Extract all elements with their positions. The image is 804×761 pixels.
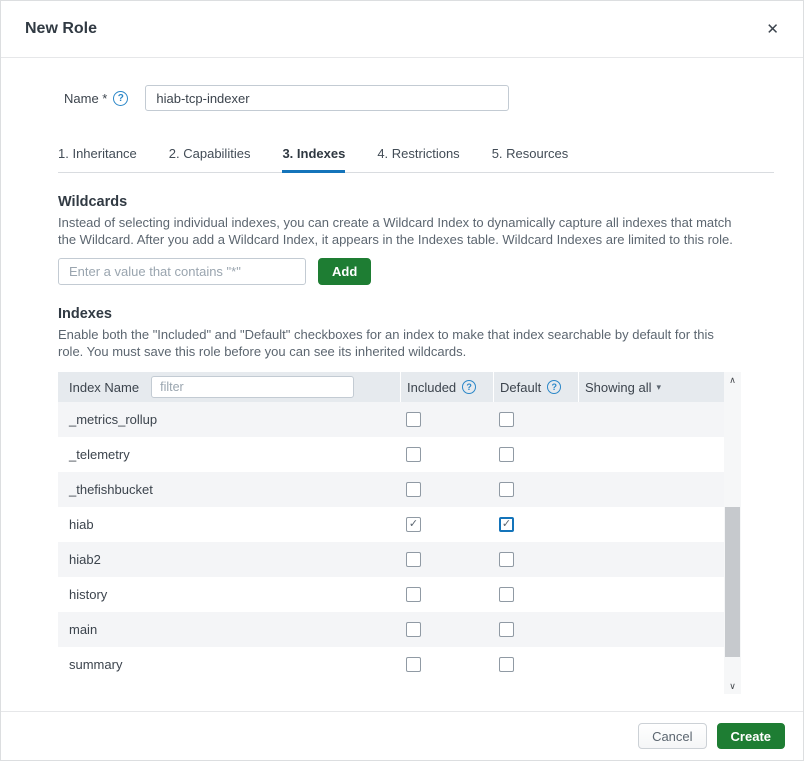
- default-checkbox[interactable]: [499, 552, 514, 567]
- included-checkbox[interactable]: [406, 587, 421, 602]
- wildcards-description: Instead of selecting individual indexes,…: [58, 214, 736, 248]
- table-row: hiab ✓ ✓: [58, 507, 724, 542]
- indexes-description: Enable both the "Included" and "Default"…: [58, 326, 736, 360]
- tabs: 1. Inheritance 2. Capabilities 3. Indexe…: [58, 146, 774, 173]
- add-button[interactable]: Add: [318, 258, 371, 285]
- table-scrollbar[interactable]: ∧ ∨: [724, 372, 741, 694]
- wildcards-section: Wildcards Instead of selecting individua…: [58, 194, 747, 285]
- included-header: Included: [407, 380, 456, 395]
- showing-all-dropdown[interactable]: Showing all ▾: [578, 372, 724, 402]
- name-input[interactable]: [145, 85, 509, 111]
- table-row: history: [58, 577, 724, 612]
- included-checkbox[interactable]: [406, 552, 421, 567]
- dialog-title: New Role: [25, 20, 97, 38]
- name-help-icon[interactable]: ?: [113, 91, 128, 106]
- tab[interactable]: 2. Capabilities: [169, 146, 251, 172]
- default-checkbox[interactable]: [499, 447, 514, 462]
- dialog-header: New Role ✕: [1, 1, 803, 58]
- default-checkbox[interactable]: [499, 587, 514, 602]
- default-checkbox[interactable]: [499, 622, 514, 637]
- cancel-button[interactable]: Cancel: [638, 723, 706, 749]
- included-checkbox[interactable]: [406, 482, 421, 497]
- indexes-heading: Indexes: [58, 306, 747, 322]
- dialog-footer: Cancel Create: [1, 711, 803, 760]
- included-checkbox[interactable]: [406, 447, 421, 462]
- tab-label: 1. Inheritance: [58, 146, 137, 161]
- checkmark-icon: ✓: [409, 519, 418, 530]
- index-name: _telemetry: [69, 447, 130, 462]
- wildcard-input[interactable]: [58, 258, 306, 285]
- index-name: hiab: [69, 517, 94, 532]
- included-checkbox[interactable]: [406, 622, 421, 637]
- tab-label: 4. Restrictions: [377, 146, 459, 161]
- name-row: Name * ?: [64, 85, 803, 111]
- included-help-icon[interactable]: ?: [462, 380, 476, 394]
- default-checkbox[interactable]: ✓: [499, 517, 514, 532]
- index-name: history: [69, 587, 107, 602]
- default-help-icon[interactable]: ?: [547, 380, 561, 394]
- index-name: hiab2: [69, 552, 101, 567]
- default-checkbox[interactable]: [499, 657, 514, 672]
- tab-label: 2. Capabilities: [169, 146, 251, 161]
- table-row: main: [58, 612, 724, 647]
- tab-label: 5. Resources: [492, 146, 569, 161]
- table-row: summary: [58, 647, 724, 682]
- included-checkbox[interactable]: [406, 657, 421, 672]
- included-checkbox[interactable]: ✓: [406, 517, 421, 532]
- create-button[interactable]: Create: [717, 723, 785, 749]
- table-body: _metrics_rollup _telemetry _thefishbucke…: [58, 402, 724, 682]
- table-header: Index Name Included ? Default ? Showing …: [58, 372, 724, 402]
- scroll-down-icon[interactable]: ∨: [724, 678, 741, 694]
- default-checkbox[interactable]: [499, 482, 514, 497]
- filter-input[interactable]: [151, 376, 354, 398]
- scrollbar-thumb[interactable]: [725, 507, 740, 657]
- tab-label: 3. Indexes: [282, 146, 345, 161]
- name-label: Name *: [64, 91, 107, 106]
- index-name: summary: [69, 657, 122, 672]
- default-header: Default: [500, 380, 541, 395]
- index-name: main: [69, 622, 97, 637]
- table-row: _metrics_rollup: [58, 402, 724, 437]
- indexes-section: Indexes Enable both the "Included" and "…: [58, 306, 747, 360]
- tab[interactable]: 4. Restrictions: [377, 146, 459, 172]
- table-row: _thefishbucket: [58, 472, 724, 507]
- tab[interactable]: 3. Indexes: [282, 146, 345, 172]
- table-row: hiab2: [58, 542, 724, 577]
- default-checkbox[interactable]: [499, 412, 514, 427]
- tab[interactable]: 5. Resources: [492, 146, 569, 172]
- indexes-table: Index Name Included ? Default ? Showing …: [58, 372, 741, 682]
- caret-down-icon: ▾: [657, 382, 662, 393]
- tab[interactable]: 1. Inheritance: [58, 146, 137, 172]
- index-name: _thefishbucket: [69, 482, 153, 497]
- table-row: _telemetry: [58, 437, 724, 472]
- included-checkbox[interactable]: [406, 412, 421, 427]
- checkmark-icon: ✓: [502, 519, 511, 530]
- close-icon[interactable]: ✕: [766, 22, 779, 37]
- scroll-up-icon[interactable]: ∧: [724, 372, 741, 388]
- index-name: _metrics_rollup: [69, 412, 157, 427]
- wildcards-heading: Wildcards: [58, 194, 747, 210]
- index-name-header: Index Name: [69, 380, 139, 395]
